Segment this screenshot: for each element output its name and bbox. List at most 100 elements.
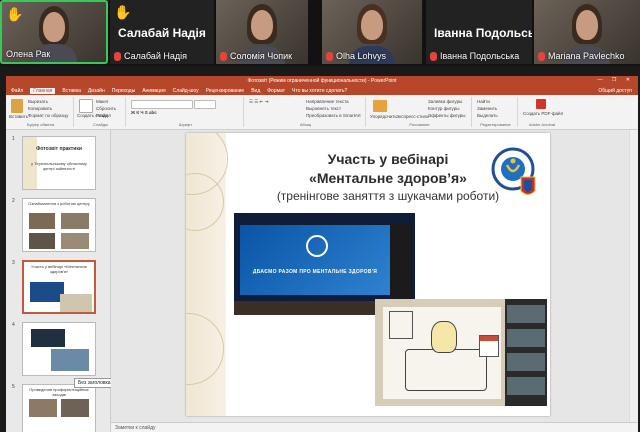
tab-design[interactable]: Дизайн — [88, 88, 105, 94]
new-slide-icon[interactable] — [79, 99, 93, 113]
tab-file[interactable]: Файл — [11, 88, 23, 94]
vertical-scrollbar[interactable] — [629, 130, 638, 422]
layout-button[interactable]: Макет — [96, 99, 109, 104]
thumb-photo — [29, 213, 55, 229]
slide-thumbnail-2[interactable]: Ознайомлення з роботою центру — [22, 198, 96, 252]
thumb-title: Проведення профорієнтаційних заходів — [29, 387, 89, 397]
bullets-button[interactable]: ☰ ☰ ⇤ ⇥ — [249, 99, 268, 105]
photo-video-thumb — [507, 353, 545, 371]
paste-icon[interactable] — [11, 99, 23, 113]
participant-tile-mariana[interactable]: Mariana Pavlechko — [534, 0, 640, 64]
clipboard-group: Вставить Вырезать Копировать Формат по о… — [8, 97, 74, 127]
participant-tile-olena-rak[interactable]: ✋ Олена Рак — [0, 0, 108, 64]
group-label: Adobe Acrobat — [528, 122, 556, 127]
font-group: Ж К Ч S abc Шрифт — [128, 97, 244, 127]
group-label: Рисование — [409, 122, 430, 127]
photo-video-thumb — [507, 329, 545, 347]
drawing-group: Упорядочить Экспресс-стили Заливка фигур… — [368, 97, 472, 127]
participant-name: Mariana Pavlechko — [538, 51, 625, 61]
slide-thumbnail-1[interactable]: Фотозвіт практики у Тернопільському обла… — [22, 136, 96, 190]
thumb-title: Ознайомлення з роботою центру — [28, 201, 90, 206]
slide-thumbnail-3[interactable]: Участь у вебінарі «Ментальне здоров'я» — [22, 260, 96, 314]
raised-hand-icon: ✋ — [114, 4, 132, 20]
slide-number: 4 — [12, 322, 15, 328]
window-title: Фотозвіт (Режим ограниченной функциональ… — [247, 78, 397, 84]
mic-muted-icon — [326, 51, 333, 61]
select-button[interactable]: Выделить — [477, 113, 498, 118]
cut-button[interactable]: Вырезать — [28, 99, 48, 104]
window-controls[interactable]: — ❐ ✕ — [598, 77, 634, 83]
editing-group: Найти Заменить Выделить Редактирование — [474, 97, 518, 127]
section-button[interactable]: Раздел — [96, 113, 111, 118]
current-slide[interactable]: Участь у вебінарі «Ментальне здоров’я» (… — [186, 133, 550, 416]
bold-button[interactable]: Ж К Ч S abc — [131, 110, 157, 115]
thumb-photo — [29, 399, 57, 417]
slides-group: Создать слайд Макет Сбросить Раздел Слай… — [76, 97, 126, 127]
participant-tile-salabai[interactable]: ✋ Салабай Надія Салабай Надія — [110, 0, 214, 64]
align-text-button[interactable]: Выровнять текст — [306, 106, 341, 111]
raised-hand-icon: ✋ — [6, 6, 24, 22]
group-label: Буфер обмена — [26, 122, 55, 127]
participant-face — [576, 10, 598, 40]
tab-view[interactable]: Вид — [251, 88, 260, 94]
slide-decoration — [186, 133, 228, 416]
tab-format[interactable]: Формат — [267, 88, 285, 94]
ribbon: Вставить Вырезать Копировать Формат по о… — [6, 95, 638, 130]
find-button[interactable]: Найти — [477, 99, 490, 104]
notes-pane[interactable]: Заметки к слайду — [111, 422, 638, 432]
quick-styles-button[interactable]: Экспресс-стили — [396, 114, 429, 119]
tab-animation[interactable]: Анимация — [142, 88, 165, 94]
participant-display-name: Іванна Подольсь — [434, 26, 532, 40]
shape-effects-button[interactable]: Эффекты фигуры — [428, 113, 466, 118]
tab-slideshow[interactable]: Слайд-шоу — [173, 88, 199, 94]
slide-number: 3 — [12, 260, 15, 266]
arrange-button[interactable]: Упорядочить — [370, 114, 397, 119]
deco-circle — [186, 313, 224, 385]
paragraph-group: ☰ ☰ ⇤ ⇥ Направление текста Выровнять тек… — [246, 97, 366, 127]
tell-me-search[interactable]: Что вы хотите сделать? — [292, 88, 347, 94]
tab-review[interactable]: Рецензирование — [206, 88, 245, 94]
thumb-photo — [61, 399, 89, 417]
participant-name: Салабай Надія — [114, 51, 187, 61]
mic-muted-icon — [114, 51, 121, 61]
copy-button[interactable]: Копировать — [28, 106, 52, 111]
slide-canvas: Участь у вебінарі «Ментальне здоров’я» (… — [111, 130, 630, 422]
thumb-photo — [51, 349, 89, 371]
participant-tile-olha[interactable]: Olha Lohvys — [322, 0, 422, 64]
employment-service-seal-icon — [491, 147, 536, 195]
text-direction-button[interactable]: Направление текста — [306, 99, 349, 104]
format-painter-button[interactable]: Формат по образцу — [28, 113, 68, 118]
tab-insert[interactable]: Вставка — [62, 88, 81, 94]
reset-button[interactable]: Сбросить — [96, 106, 116, 111]
shape-outline-button[interactable]: Контур фигуры — [428, 106, 459, 111]
slide-thumbnail-5[interactable]: Проведення профорієнтаційних заходів — [22, 384, 96, 432]
thumb-title: Фотозвіт практики — [36, 146, 82, 152]
shape-fill-button[interactable]: Заливка фигуры — [428, 99, 462, 104]
thumb-photo — [60, 294, 92, 312]
font-name-select[interactable] — [131, 100, 193, 109]
tab-home[interactable]: Главная — [30, 87, 56, 94]
paste-button[interactable]: Вставить — [9, 114, 28, 119]
slide-number: 5 — [12, 384, 15, 390]
drawing-calendar-icon — [479, 335, 499, 357]
participant-face — [361, 10, 383, 40]
participant-tile-ivanna[interactable]: Іванна Подольсь Іванна Подольська — [426, 0, 532, 64]
thumbnail-tooltip: Без заголовка — [74, 378, 115, 388]
convert-smartart-button[interactable]: Преобразовать в SmartArt — [306, 113, 361, 118]
thumb-photo — [61, 233, 89, 249]
pdf-icon[interactable] — [536, 99, 546, 109]
participant-tile-solomiia[interactable]: Соломія Чопик — [216, 0, 308, 64]
slide-number: 2 — [12, 198, 15, 204]
shared-screen: Фотозвіт (Режим ограниченной функциональ… — [6, 76, 638, 432]
thumb-title: Участь у вебінарі «Ментальне здоров'я» — [31, 264, 87, 274]
slide-thumbnail-4[interactable] — [22, 322, 96, 376]
create-pdf-button[interactable]: Создать PDF-файл — [523, 111, 563, 116]
replace-button[interactable]: Заменить — [477, 106, 497, 111]
font-size-select[interactable] — [194, 100, 216, 109]
arrange-icon[interactable] — [373, 100, 387, 112]
tab-transitions[interactable]: Переходы — [112, 88, 135, 94]
share-button[interactable]: Общий доступ — [598, 88, 638, 94]
group-label: Абзац — [299, 122, 312, 127]
mic-muted-icon — [430, 51, 437, 61]
participant-name: Olha Lohvys — [326, 51, 386, 61]
